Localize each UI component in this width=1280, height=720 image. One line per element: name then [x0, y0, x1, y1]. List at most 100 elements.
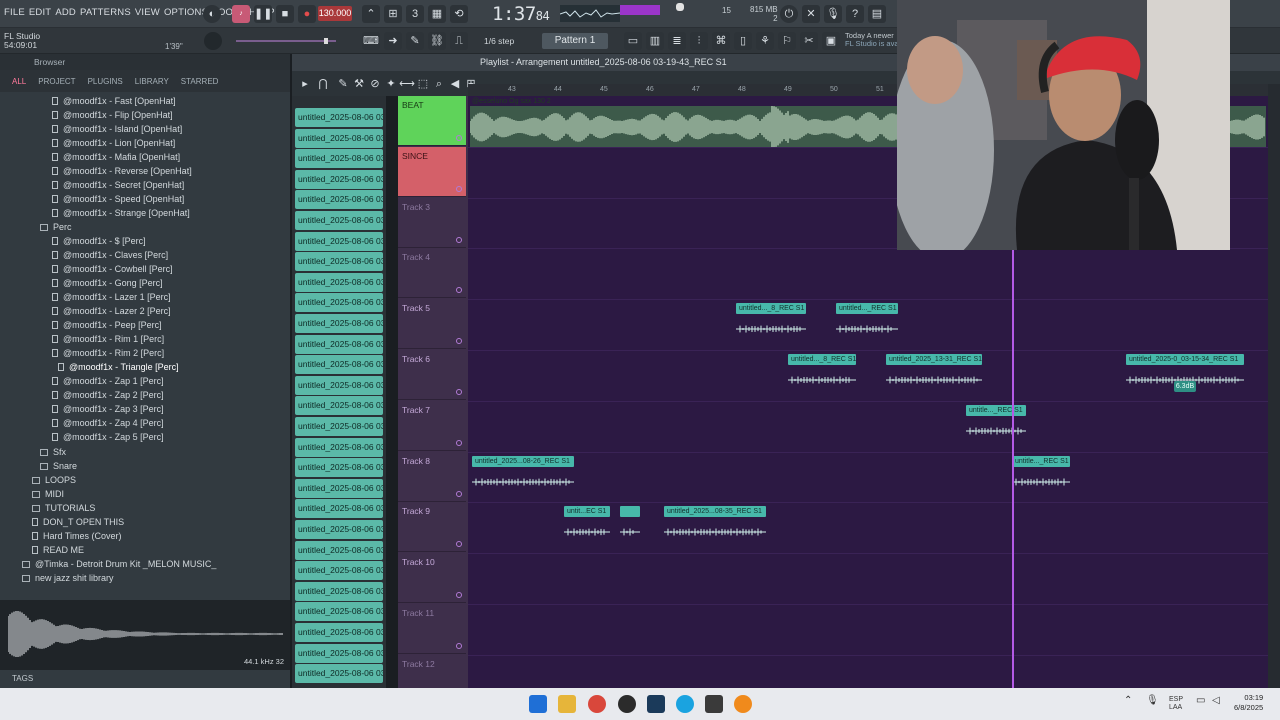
browser-file[interactable]: @moodf1x - Flip [OpenHat] — [0, 108, 288, 122]
track-header[interactable]: Track 6 — [398, 350, 466, 400]
browser-file[interactable]: @moodf1x - Lazer 2 [Perc] — [0, 304, 288, 318]
help-icon[interactable]: ? — [846, 5, 864, 23]
browser-folder[interactable]: new jazz shit library — [0, 571, 288, 585]
keyboard-language[interactable]: ESP LAA — [1169, 696, 1183, 712]
menu-options[interactable]: OPTIONS — [164, 7, 208, 18]
tags-label[interactable]: TAGS — [12, 674, 33, 683]
browser-file[interactable]: @moodf1x - Secret [OpenHat] — [0, 178, 288, 192]
browser-file[interactable]: @moodf1x - Triangle [Perc] — [0, 360, 288, 374]
save-icon[interactable]: ▤ — [868, 5, 886, 23]
file-explorer-icon[interactable] — [558, 695, 576, 713]
browser-file[interactable]: @moodf1x - Strange [OpenHat] — [0, 206, 288, 220]
playlist-icon[interactable]: ⌨ — [362, 32, 380, 50]
tab-all[interactable]: ALL — [12, 77, 26, 86]
browser-folder[interactable]: LOOPS — [0, 473, 288, 487]
track-header[interactable]: Track 10 — [398, 553, 466, 604]
browser-file[interactable]: @moodf1x - Claves [Perc] — [0, 248, 288, 262]
browser-file[interactable]: @moodf1x - Lion [OpenHat] — [0, 136, 288, 150]
channel-button[interactable]: untitled_2025-08-06 03- — [295, 602, 383, 622]
track-mute-led[interactable] — [456, 592, 462, 599]
master-volume-knob[interactable] — [204, 32, 222, 50]
audio-clip[interactable]: untitled_2025...08-26_REC S1 — [472, 455, 574, 500]
channel-button[interactable]: untitled_2025-08-06 03- — [295, 272, 383, 292]
audio-clip[interactable] — [620, 506, 640, 550]
browser-folder[interactable]: @Timka - Detroit Drum Kit _MELON MUSIC_ — [0, 557, 288, 571]
start-icon[interactable] — [529, 695, 547, 713]
track-header[interactable]: Track 9 — [398, 502, 466, 553]
metronome-icon[interactable]: ⌃ — [362, 5, 380, 23]
mixer-window-icon[interactable]: ⫶ — [690, 32, 708, 50]
tempo-display[interactable]: 130.000 — [318, 6, 352, 21]
settings-icon[interactable] — [705, 695, 723, 713]
news-icon[interactable]: ▣ — [822, 32, 840, 50]
browser-folder[interactable]: MIDI — [0, 487, 288, 501]
channel-button[interactable]: untitled_2025-08-06 03- — [295, 314, 383, 333]
audio-clip[interactable]: untitled_2025...08-35_REC S1 — [664, 506, 766, 550]
channel-button[interactable]: untitled_2025-08-06 03- — [295, 561, 383, 581]
snap-icon[interactable]: ⎍ — [450, 32, 468, 50]
tray-mic-icon[interactable]: 🎙 — [1146, 695, 1159, 713]
menu-patterns[interactable]: PATTERNS — [80, 7, 131, 18]
browser-app-icon[interactable] — [676, 695, 694, 713]
track-mute-led[interactable] — [456, 287, 462, 294]
audio-clip[interactable]: untit...EC S1 — [564, 506, 610, 550]
audio-clip[interactable]: untitled..._8_REC S1 — [788, 354, 856, 398]
browser-file[interactable]: @moodf1x - $ [Perc] — [0, 234, 288, 248]
browser-file[interactable]: @moodf1x - Cowbell [Perc] — [0, 262, 288, 276]
record-icon[interactable]: ● — [298, 5, 316, 23]
browser-file[interactable]: @moodf1x - Mafia [OpenHat] — [0, 150, 288, 164]
wait-input-icon[interactable]: ⊞ — [384, 5, 402, 23]
menu-edit[interactable]: EDIT — [29, 7, 51, 18]
playlist-menu-icon[interactable]: ▸ — [296, 75, 314, 93]
channel-button[interactable]: untitled_2025-08-06 03- — [295, 581, 383, 601]
channel-button[interactable]: untitled_2025-08-06 03- — [295, 478, 383, 498]
channel-button[interactable]: untitled_2025-08-06 03- — [295, 169, 383, 189]
browser-file[interactable]: Hard Times (Cover) — [0, 529, 288, 543]
channel-button[interactable]: untitled_2025-08-06 03- — [295, 540, 383, 560]
channel-button[interactable]: untitled_2025-08-06 03- — [295, 417, 383, 436]
countdown-icon[interactable]: 3 — [406, 5, 424, 23]
track-mute-led[interactable] — [456, 643, 462, 649]
step-edit-icon[interactable]: ▦ — [428, 5, 446, 23]
channel-button[interactable]: untitled_2025-08-06 03- — [295, 190, 383, 210]
browser-folder[interactable]: Snare — [0, 459, 288, 473]
audio-clip[interactable]: untitled_2025_13-31_REC S1 — [886, 354, 982, 398]
channel-button[interactable]: untitled_2025-08-06 03- — [295, 231, 383, 251]
link-icon[interactable]: ⛓ — [428, 32, 446, 50]
channel-button[interactable]: untitled_2025-08-06 03- — [295, 108, 383, 127]
channel-button[interactable]: untitled_2025-08-06 03- — [295, 375, 383, 395]
tab-starred[interactable]: STARRED — [181, 77, 219, 86]
power-icon[interactable]: ⏻ — [780, 5, 798, 23]
browser-file[interactable]: @moodf1x - Gong [Perc] — [0, 276, 288, 290]
track-header[interactable]: SINCE — [398, 146, 466, 197]
track-header[interactable]: Track 3 — [398, 198, 466, 248]
stop-icon[interactable]: ■ — [276, 5, 294, 23]
master-pitch-slider[interactable] — [236, 38, 336, 44]
audio-clip[interactable]: untitled..._REC S1 — [836, 303, 898, 347]
track-mute-led[interactable] — [456, 541, 462, 548]
channel-button[interactable]: untitled_2025-08-06 03- — [295, 334, 383, 354]
tab-library[interactable]: LIBRARY — [135, 77, 169, 86]
track-header[interactable]: Track 11 — [398, 604, 466, 654]
plugin-icon[interactable]: ⚘ — [756, 32, 774, 50]
channel-button[interactable]: untitled_2025-08-06 03- — [295, 437, 383, 457]
system-clock[interactable]: 03:19 6/8/2025 — [1234, 693, 1263, 713]
pencil-icon[interactable]: ✎ — [406, 32, 424, 50]
browser-file[interactable]: READ ME — [0, 543, 288, 557]
track-mute-led[interactable] — [456, 389, 462, 395]
track-header[interactable]: BEAT — [398, 96, 466, 146]
track-header[interactable]: Track 8 — [398, 452, 466, 502]
snap-step-select[interactable]: 1/6 step — [484, 34, 524, 48]
loop-record-icon[interactable]: ⟲ — [450, 5, 468, 23]
mixer-icon[interactable]: ✕ — [802, 5, 820, 23]
track-header[interactable]: Track 7 — [398, 401, 466, 451]
browser-file[interactable]: @moodf1x - Speed [OpenHat] — [0, 192, 288, 206]
channel-button[interactable]: untitled_2025-08-06 03- — [295, 458, 383, 478]
track-mute-led[interactable] — [456, 135, 462, 141]
chrome-icon[interactable] — [588, 695, 606, 713]
browser-file[interactable]: @moodf1x - Zap 5 [Perc] — [0, 430, 288, 444]
browser-file[interactable]: @moodf1x - Rim 1 [Perc] — [0, 332, 288, 346]
channel-button[interactable]: untitled_2025-08-06 03- — [295, 396, 383, 416]
browser-icon[interactable]: ▯ — [734, 32, 752, 50]
channel-button[interactable]: untitled_2025-08-06 03- — [295, 355, 383, 375]
